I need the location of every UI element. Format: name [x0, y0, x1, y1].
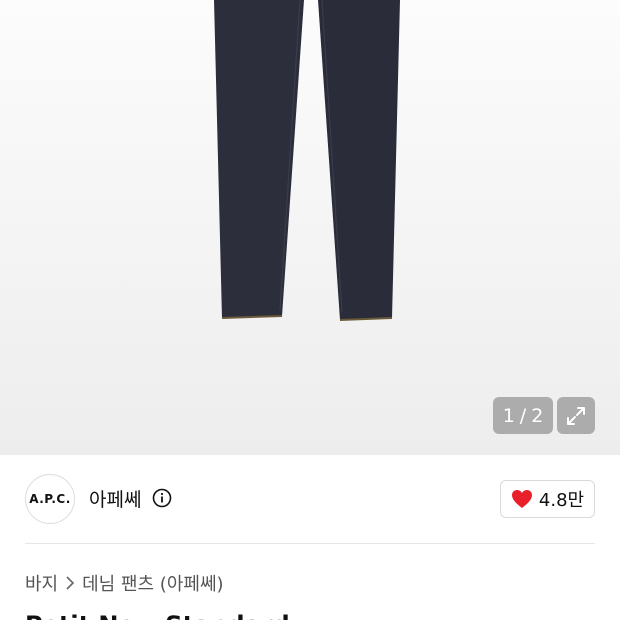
breadcrumb-category[interactable]: 바지: [25, 570, 58, 596]
brand-row: A.P.C. 아페쎄 4.8만: [0, 455, 620, 543]
brand-logo[interactable]: A.P.C.: [25, 474, 75, 524]
chevron-right-icon: [66, 576, 75, 590]
product-image-gallery[interactable]: 1 / 2: [0, 0, 620, 455]
image-counter: 1 / 2: [493, 397, 553, 434]
product-title: Petit New Standard: [25, 611, 290, 620]
breadcrumb-subcategory[interactable]: 데님 팬츠 (아페쎄): [82, 570, 223, 596]
brand-logo-text: A.P.C.: [29, 492, 71, 506]
heart-icon: [511, 490, 532, 508]
like-button[interactable]: 4.8만: [500, 480, 595, 518]
info-icon[interactable]: [152, 488, 172, 508]
brand-name[interactable]: 아페쎄: [89, 485, 141, 512]
divider: [25, 543, 595, 544]
breadcrumb: 바지 데님 팬츠 (아페쎄): [25, 570, 224, 596]
image-counter-total: 2: [531, 404, 544, 427]
product-image: [214, 0, 400, 321]
expand-image-button[interactable]: [557, 397, 595, 434]
image-counter-separator: /: [519, 404, 527, 427]
expand-icon: [567, 406, 585, 425]
like-count: 4.8만: [538, 490, 585, 511]
image-counter-current: 1: [502, 404, 515, 427]
